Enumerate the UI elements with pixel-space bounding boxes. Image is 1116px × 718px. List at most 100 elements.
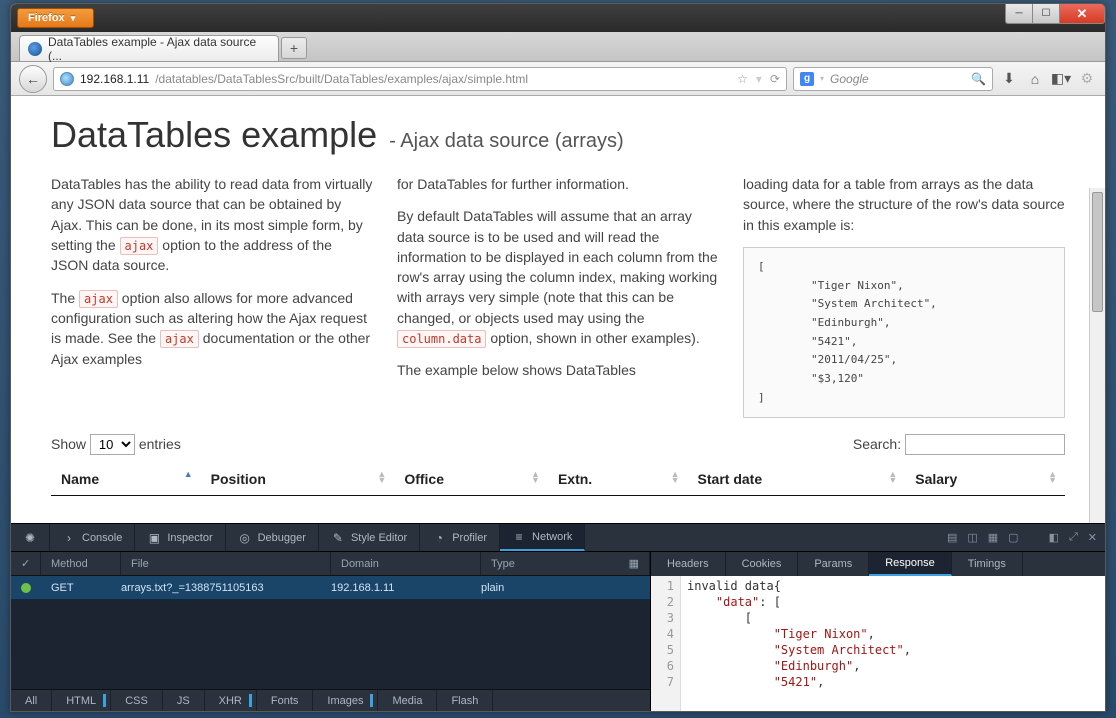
window-titlebar: Firefox ─ ☐ ✕: [11, 4, 1105, 32]
code-ajax: ajax: [79, 290, 118, 308]
network-empty-area: [11, 600, 650, 689]
close-button[interactable]: ✕: [1059, 4, 1105, 24]
filter-html[interactable]: HTML: [52, 690, 111, 711]
devtools-toolbar-right: ▤ ◫ ▦ ▢ ◧ ⤢ ✕: [947, 524, 1105, 551]
reload-icon[interactable]: ⟳: [770, 72, 780, 86]
json-example: [ "Tiger Nixon", "System Architect", "Ed…: [743, 247, 1065, 419]
nh-method[interactable]: Method: [41, 552, 121, 575]
nh-status[interactable]: ✓: [11, 552, 41, 575]
debugger-icon: ◎: [238, 531, 252, 545]
search-icon[interactable]: 🔍: [971, 72, 986, 86]
th-position[interactable]: Position▲▼: [201, 463, 395, 496]
length-select[interactable]: 10: [90, 434, 135, 455]
th-office[interactable]: Office▲▼: [394, 463, 548, 496]
resp-tab-timings[interactable]: Timings: [952, 552, 1023, 576]
th-salary[interactable]: Salary▲▼: [905, 463, 1065, 496]
search-box[interactable]: g ▾ Google 🔍: [793, 67, 993, 91]
filter-css[interactable]: CSS: [111, 690, 163, 711]
req-file: arrays.txt?_=1388751105163: [111, 582, 321, 594]
filter-xhr[interactable]: XHR: [205, 690, 257, 711]
google-icon: g: [800, 72, 814, 86]
req-type: plain: [471, 582, 514, 594]
firefox-menu-button[interactable]: Firefox: [17, 8, 94, 28]
nh-type[interactable]: Type▦: [481, 552, 650, 575]
browser-tab-active[interactable]: DataTables example - Ajax data source (.…: [19, 35, 279, 61]
devtools-tab-debugger[interactable]: ◎Debugger: [226, 524, 319, 551]
intro-col-1: DataTables has the ability to read data …: [51, 174, 373, 418]
gear-icon: ✺: [23, 531, 37, 545]
response-code: invalid data{ "data": [ [ "Tiger Nixon",…: [681, 576, 1105, 711]
responsive-icon[interactable]: ▤: [947, 531, 957, 544]
dock-side-icon[interactable]: ◧: [1049, 531, 1059, 544]
scrollbar-thumb[interactable]: [1092, 192, 1103, 312]
status-dot-icon: [21, 583, 31, 593]
minimize-button[interactable]: ─: [1005, 4, 1033, 24]
resp-tab-response[interactable]: Response: [869, 552, 952, 576]
resp-tab-cookies[interactable]: Cookies: [726, 552, 799, 576]
devtools-toolbar: ✺ ›Console ▣Inspector ◎Debugger ✎Style E…: [11, 524, 1105, 552]
filter-images[interactable]: Images: [313, 690, 378, 711]
devtools-tab-styleeditor[interactable]: ✎Style Editor: [319, 524, 420, 551]
devtools-tab-profiler[interactable]: ◔Profiler: [420, 524, 500, 551]
search-control: Search:: [853, 434, 1065, 455]
highlight-icon[interactable]: ▢: [1008, 531, 1018, 544]
tab-title: DataTables example - Ajax data source (.…: [48, 35, 270, 63]
th-startdate[interactable]: Start date▲▼: [688, 463, 906, 496]
url-host: 192.168.1.11: [80, 72, 149, 86]
devtools-tab-console[interactable]: ›Console: [50, 524, 135, 551]
filter-flash[interactable]: Flash: [437, 690, 493, 711]
filter-all[interactable]: All: [11, 690, 52, 711]
favicon-icon: [28, 42, 42, 56]
stopwatch-icon: ◔: [432, 531, 446, 545]
code-columndata: column.data: [397, 330, 486, 348]
resp-tab-headers[interactable]: Headers: [651, 552, 726, 576]
length-control: Show 10 entries: [51, 434, 181, 455]
response-body[interactable]: 1234567 invalid data{ "data": [ [ "Tiger…: [651, 576, 1105, 711]
th-name[interactable]: Name▲: [51, 463, 201, 496]
filter-js[interactable]: JS: [163, 690, 205, 711]
req-method: GET: [41, 582, 111, 594]
scratchpad-icon[interactable]: ◫: [967, 531, 977, 544]
filter-fonts[interactable]: Fonts: [257, 690, 314, 711]
datatable-controls: Show 10 entries Search:: [51, 434, 1065, 455]
network-headers-row: ✓ Method File Domain Type▦: [11, 552, 650, 576]
devtools-tab-network[interactable]: ≡Network: [500, 524, 585, 551]
vertical-scrollbar[interactable]: [1089, 188, 1105, 523]
edit-icon: ✎: [331, 531, 345, 545]
devtools-close-icon[interactable]: ✕: [1088, 531, 1097, 544]
bookmark-icon[interactable]: ☆: [737, 72, 748, 86]
paint-icon[interactable]: ▦: [988, 531, 998, 544]
code-ajax: ajax: [160, 330, 199, 348]
page-title: DataTables example: [51, 114, 377, 156]
search-placeholder: Google: [830, 72, 869, 86]
back-button[interactable]: ←: [19, 65, 47, 93]
globe-icon: [60, 72, 74, 86]
devtools-panel: ✺ ›Console ▣Inspector ◎Debugger ✎Style E…: [11, 523, 1105, 711]
popout-icon[interactable]: ⤢: [1069, 531, 1078, 544]
data-table: Name▲ Position▲▼ Office▲▼ Extn.▲▼ Start …: [51, 463, 1065, 496]
network-request-row[interactable]: GET arrays.txt?_=1388751105163 192.168.1…: [11, 576, 650, 600]
bookmarks-menu-icon[interactable]: ◧▾: [1051, 69, 1071, 89]
nh-file[interactable]: File: [121, 552, 331, 575]
new-tab-button[interactable]: +: [281, 37, 307, 59]
inspector-icon: ▣: [147, 531, 161, 545]
network-filters: All HTML CSS JS XHR Fonts Images Media F…: [11, 689, 650, 711]
network-request-list: ✓ Method File Domain Type▦ GET arrays.tx…: [11, 552, 651, 711]
th-extn[interactable]: Extn.▲▼: [548, 463, 688, 496]
address-bar[interactable]: 192.168.1.11/datatables/DataTablesSrc/bu…: [53, 67, 787, 91]
intro-columns: DataTables has the ability to read data …: [51, 174, 1065, 418]
downloads-icon[interactable]: ⬇: [999, 69, 1019, 89]
network-icon: ≡: [512, 530, 526, 544]
nh-domain[interactable]: Domain: [331, 552, 481, 575]
addon-icon[interactable]: ⚙: [1077, 69, 1097, 89]
home-icon[interactable]: ⌂: [1025, 69, 1045, 89]
devtools-options-button[interactable]: ✺: [11, 524, 50, 551]
filter-media[interactable]: Media: [378, 690, 437, 711]
devtools-tab-inspector[interactable]: ▣Inspector: [135, 524, 225, 551]
maximize-button[interactable]: ☐: [1032, 4, 1060, 24]
resp-tab-params[interactable]: Params: [798, 552, 869, 576]
datatable-search-input[interactable]: [905, 434, 1065, 455]
page-subtitle: - Ajax data source (arrays): [389, 130, 624, 153]
req-domain: 192.168.1.11: [321, 582, 471, 594]
columns-icon[interactable]: ▦: [629, 557, 639, 570]
